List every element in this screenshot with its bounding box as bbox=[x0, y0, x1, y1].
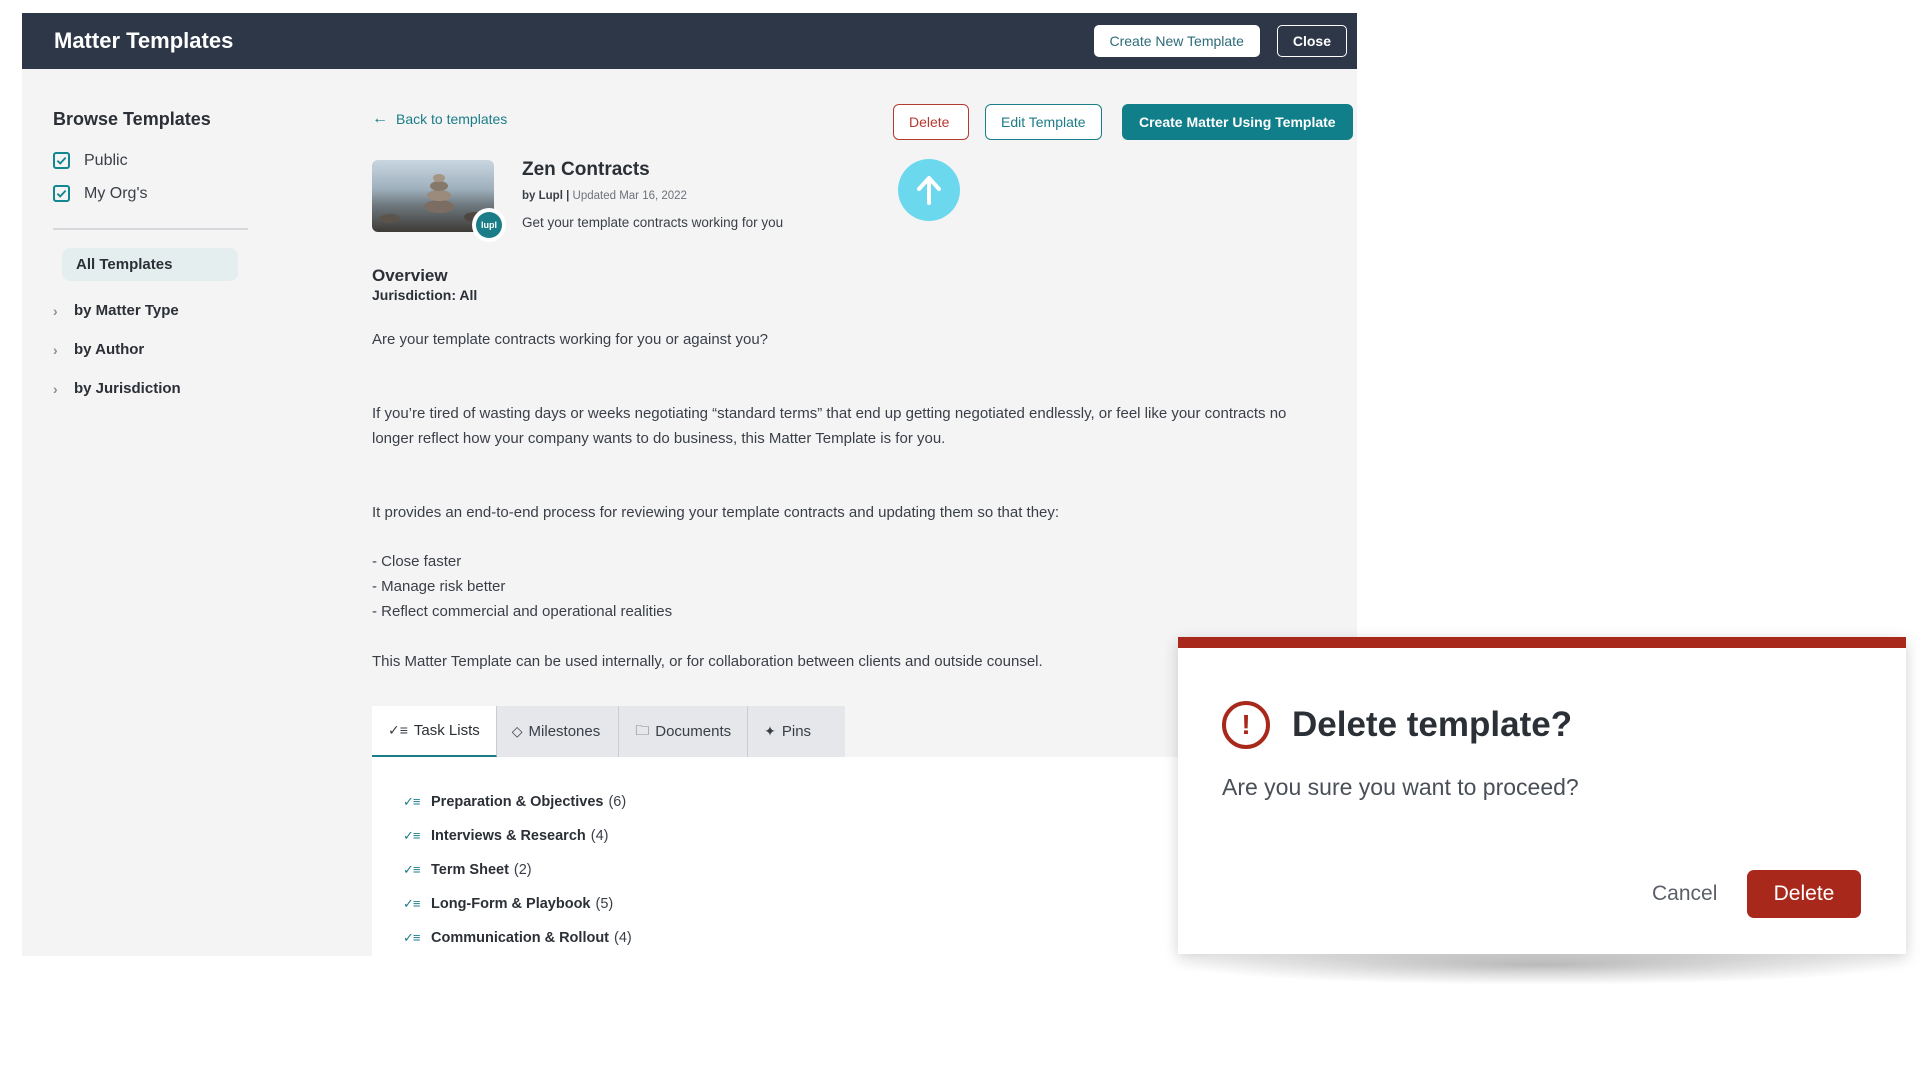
template-title: Zen Contracts bbox=[522, 159, 650, 180]
tab-label: Task Lists bbox=[413, 722, 480, 739]
app-header: Matter Templates Create New Template Clo… bbox=[22, 13, 1357, 69]
jurisdiction-label: Jurisdiction: All bbox=[372, 287, 478, 303]
checkbox-checked-icon[interactable] bbox=[53, 185, 70, 202]
create-new-template-button[interactable]: Create New Template bbox=[1093, 25, 1260, 57]
sidebar-item-by-jurisdiction[interactable]: › by Jurisdiction bbox=[53, 369, 372, 408]
create-matter-button[interactable]: Create Matter Using Template bbox=[1122, 104, 1353, 140]
tab-documents[interactable]: 🗀 Documents bbox=[619, 706, 749, 757]
cancel-button[interactable]: Cancel bbox=[1642, 870, 1727, 918]
task-list-name: Term Sheet bbox=[431, 862, 509, 878]
checklist-icon: ✓≡ bbox=[403, 930, 420, 945]
task-list-name: Long-Form & Playbook bbox=[431, 896, 591, 912]
checkbox-checked-icon[interactable] bbox=[53, 152, 70, 169]
filter-public[interactable]: Public bbox=[53, 144, 372, 177]
template-tabs: ✓≡ Task Lists ◇ Milestones 🗀 Documents ✦… bbox=[372, 706, 846, 757]
overview-bullet: - Manage risk better bbox=[372, 578, 506, 595]
task-list-count: (2) bbox=[513, 862, 532, 878]
sidebar-item-label: by Author bbox=[74, 341, 145, 358]
tab-pins[interactable]: ✦ Pins bbox=[748, 706, 846, 757]
template-meta: by Lupl | Updated Mar 16, 2022 bbox=[522, 190, 687, 202]
dialog-message: Are you sure you want to proceed? bbox=[1222, 774, 1579, 800]
overview-paragraph: It provides an end-to-end process for re… bbox=[372, 504, 1060, 521]
task-list-count: (4) bbox=[590, 828, 609, 844]
back-link-label: Back to templates bbox=[396, 111, 508, 127]
checklist-icon: ✓≡ bbox=[388, 722, 408, 738]
sidebar-item-by-matter-type[interactable]: › by Matter Type bbox=[53, 291, 372, 330]
lupl-logo: lupl bbox=[472, 208, 506, 242]
sidebar-item-all-templates[interactable]: All Templates bbox=[62, 248, 238, 281]
sidebar-item-label: by Jurisdiction bbox=[74, 380, 181, 397]
checklist-icon: ✓≡ bbox=[403, 794, 420, 809]
task-list-name: Interviews & Research bbox=[431, 828, 586, 844]
task-list-count: (4) bbox=[614, 930, 632, 946]
dialog-title: Delete template? bbox=[1292, 705, 1573, 744]
dialog-header: ! Delete template? bbox=[1222, 701, 1572, 749]
arrow-left-icon: ← bbox=[372, 110, 388, 127]
overview-heading: Overview bbox=[372, 266, 448, 285]
overview-paragraph: If you’re tired of wasting days or weeks… bbox=[372, 405, 1287, 447]
tab-label: Milestones bbox=[528, 723, 601, 740]
edit-template-button[interactable]: Edit Template bbox=[985, 104, 1102, 140]
checklist-icon: ✓≡ bbox=[403, 862, 420, 877]
checklist-icon: ✓≡ bbox=[403, 828, 420, 843]
chevron-right-icon: › bbox=[53, 302, 58, 319]
filter-my-org[interactable]: My Org's bbox=[53, 177, 372, 210]
filter-label: Public bbox=[84, 151, 128, 169]
sidebar-item-label: by Matter Type bbox=[74, 302, 179, 319]
chevron-right-icon: › bbox=[53, 380, 58, 397]
chevron-right-icon: › bbox=[53, 341, 58, 358]
milestone-icon: ◇ bbox=[511, 723, 523, 739]
delete-template-button[interactable]: Delete bbox=[893, 104, 969, 140]
scroll-to-top-button[interactable] bbox=[898, 159, 960, 221]
task-list-count: (5) bbox=[595, 896, 614, 912]
close-button[interactable]: Close bbox=[1276, 25, 1347, 57]
task-list-count: (6) bbox=[608, 794, 627, 810]
sidebar-divider bbox=[53, 228, 248, 230]
task-list-name: Communication & Rollout bbox=[431, 930, 610, 946]
tab-label: Pins bbox=[781, 723, 812, 740]
back-to-templates-link[interactable]: ← Back to templates bbox=[372, 110, 507, 128]
delete-template-dialog: ! Delete template? Are you sure you want… bbox=[1178, 637, 1906, 954]
arrow-up-icon bbox=[917, 176, 941, 205]
overview-paragraph: Are your template contracts working for … bbox=[372, 331, 769, 348]
tab-task-lists[interactable]: ✓≡ Task Lists bbox=[372, 706, 497, 757]
page-title: Matter Templates bbox=[54, 28, 234, 53]
task-list-name: Preparation & Objectives bbox=[431, 794, 604, 810]
tab-milestones[interactable]: ◇ Milestones bbox=[496, 706, 620, 757]
confirm-delete-button[interactable]: Delete bbox=[1747, 870, 1861, 918]
sidebar-heading: Browse Templates bbox=[53, 109, 211, 129]
matter-templates-window: Matter Templates Create New Template Clo… bbox=[22, 13, 1357, 956]
pin-icon: ✦ bbox=[764, 723, 776, 739]
sidebar: Browse Templates Public My Org's All Tem… bbox=[22, 69, 372, 956]
template-description: Get your template contracts working for … bbox=[522, 215, 784, 230]
overview-bullet: - Close faster bbox=[372, 553, 462, 570]
overview-bullet: - Reflect commercial and operational rea… bbox=[372, 603, 673, 620]
checklist-icon: ✓≡ bbox=[403, 896, 420, 911]
warning-icon: ! bbox=[1222, 701, 1270, 749]
tab-label: Documents bbox=[655, 723, 732, 740]
sidebar-item-by-author[interactable]: › by Author bbox=[53, 330, 372, 369]
folder-icon: 🗀 bbox=[635, 721, 650, 738]
filter-label: My Org's bbox=[84, 184, 148, 202]
